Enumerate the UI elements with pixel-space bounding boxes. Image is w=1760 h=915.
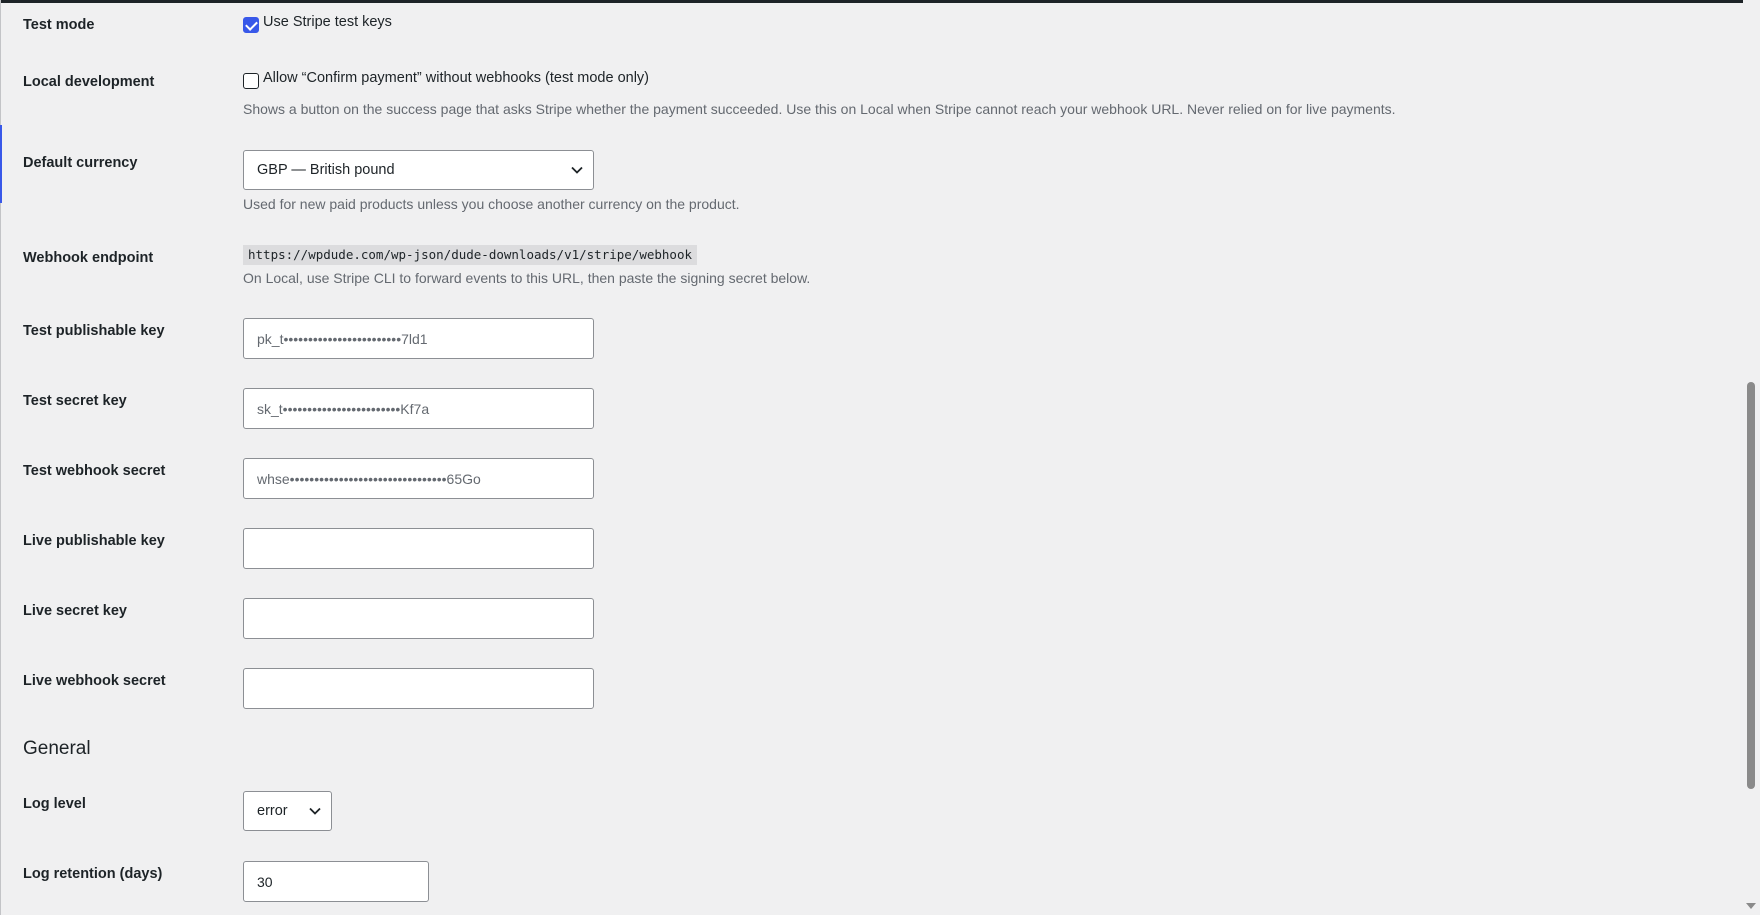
default-currency-value: GBP — British pound — [257, 162, 395, 178]
log-retention-input[interactable]: 30 — [243, 861, 429, 902]
chevron-down-icon — [309, 807, 321, 815]
log-level-select[interactable]: error — [243, 791, 332, 831]
webhook-endpoint-description: On Local, use Stripe CLI to forward even… — [243, 270, 811, 286]
test-publishable-key-input[interactable]: pk_t••••••••••••••••••••••••7ld1 — [243, 318, 594, 359]
test-mode-checkbox[interactable] — [243, 17, 259, 33]
log-level-value: error — [257, 803, 288, 819]
default-currency-description: Used for new paid products unless you ch… — [243, 196, 740, 212]
left-accent — [0, 125, 2, 203]
local-development-checkbox-label[interactable]: Allow “Confirm payment” without webhooks… — [263, 70, 649, 86]
local-development-description: Shows a button on the success page that … — [243, 101, 1396, 117]
vertical-scrollbar[interactable] — [1743, 0, 1760, 915]
default-currency-select[interactable]: GBP — British pound — [243, 150, 594, 190]
live-webhook-secret-label: Live webhook secret — [23, 673, 166, 689]
top-border — [0, 0, 1760, 3]
test-mode-label: Test mode — [23, 17, 95, 33]
live-secret-key-input[interactable] — [243, 598, 594, 639]
webhook-endpoint-url: https://wpdude.com/wp-json/dude-download… — [243, 245, 698, 265]
scroll-down-arrow-icon[interactable] — [1746, 903, 1756, 909]
webhook-endpoint-label: Webhook endpoint — [23, 250, 154, 266]
log-retention-value: 30 — [257, 873, 273, 890]
live-publishable-key-input[interactable] — [243, 528, 594, 569]
test-mode-checkbox-label[interactable]: Use Stripe test keys — [263, 14, 392, 30]
test-publishable-key-label: Test publishable key — [23, 323, 165, 339]
log-retention-label: Log retention (days) — [23, 866, 163, 882]
live-webhook-secret-input[interactable] — [243, 668, 594, 709]
test-webhook-secret-input[interactable]: whse••••••••••••••••••••••••••••••••65Go — [243, 458, 594, 499]
live-secret-key-label: Live secret key — [23, 603, 127, 619]
scrollbar-thumb[interactable] — [1747, 382, 1755, 789]
log-level-label: Log level — [23, 796, 86, 812]
test-secret-key-input[interactable]: sk_t••••••••••••••••••••••••Kf7a — [243, 388, 594, 429]
test-webhook-secret-value: whse••••••••••••••••••••••••••••••••65Go — [257, 470, 481, 487]
local-development-label: Local development — [23, 74, 155, 90]
live-publishable-key-label: Live publishable key — [23, 533, 165, 549]
test-webhook-secret-label: Test webhook secret — [23, 463, 166, 479]
default-currency-label: Default currency — [23, 155, 138, 171]
section-heading-general: General — [23, 738, 91, 759]
test-secret-key-label: Test secret key — [23, 393, 127, 409]
local-development-checkbox[interactable] — [243, 73, 259, 89]
chevron-down-icon — [571, 166, 583, 174]
test-publishable-key-value: pk_t••••••••••••••••••••••••7ld1 — [257, 330, 428, 347]
test-secret-key-value: sk_t••••••••••••••••••••••••Kf7a — [257, 400, 430, 417]
